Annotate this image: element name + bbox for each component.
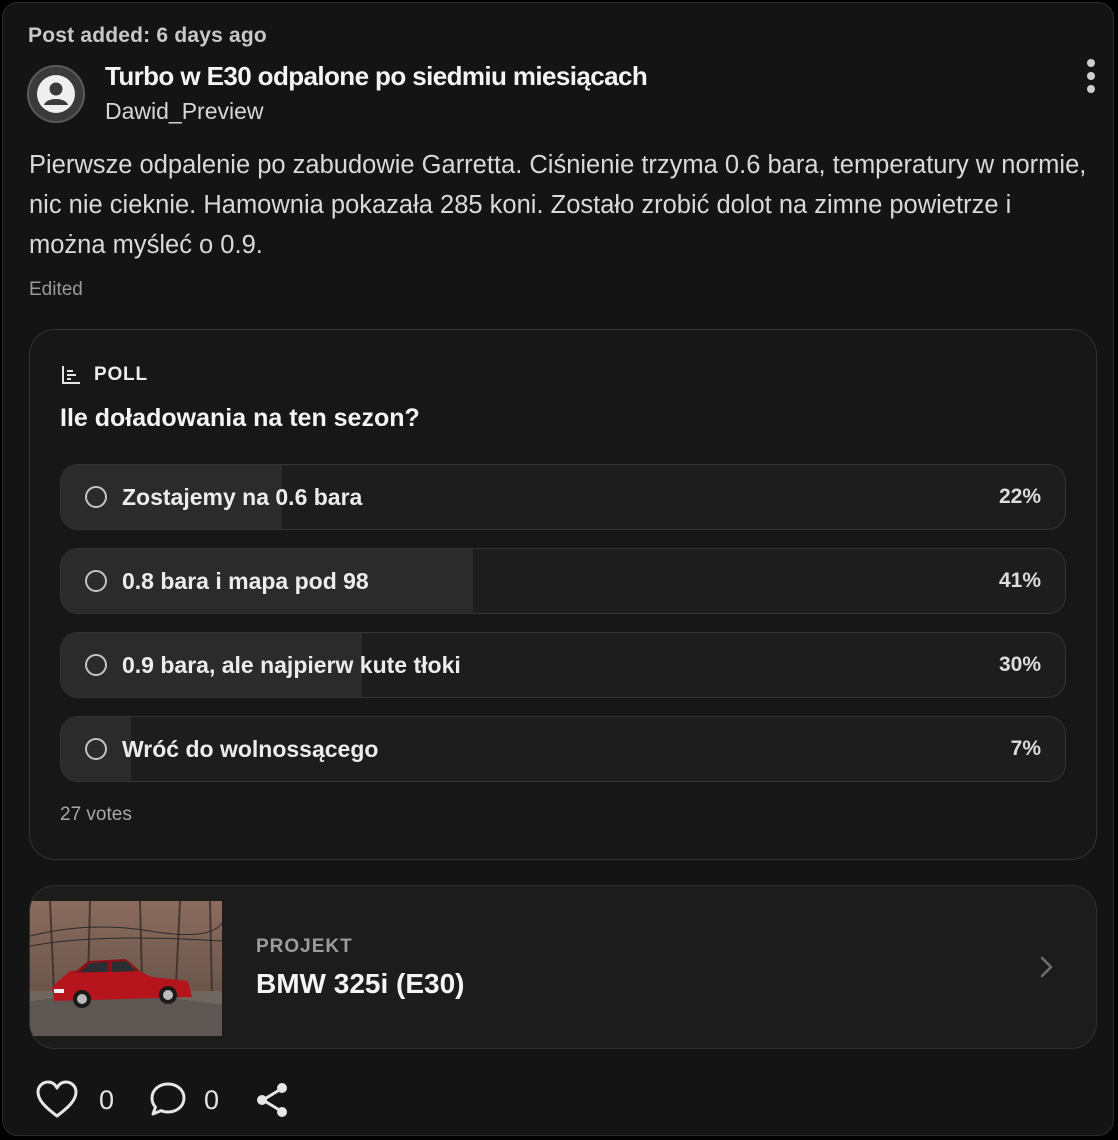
poll-option-percent: 30% [998, 653, 1041, 676]
poll-chart-icon [62, 366, 80, 384]
poll-option[interactable]: Zostajemy na 0.6 bara 22% [60, 464, 1066, 530]
comment-count: 0 [204, 1084, 220, 1115]
poll-option-label: Wróć do wolnossącego [122, 736, 379, 762]
user-icon [37, 75, 75, 113]
project-card[interactable]: PROJEKT BMW 325i (E30) [29, 885, 1097, 1049]
poll-option-label: 0.9 bara, ale najpierw kute tłoki [122, 652, 461, 678]
poll-option[interactable]: Wróć do wolnossącego 7% [60, 716, 1066, 782]
project-name: BMW 325i (E30) [256, 968, 465, 999]
poll-option-percent: 22% [998, 485, 1041, 508]
project-kicker: PROJEKT [256, 936, 353, 957]
avatar[interactable] [27, 65, 85, 123]
poll-option[interactable]: 0.9 bara, ale najpierw kute tłoki 30% [60, 632, 1066, 698]
radio-icon[interactable] [85, 570, 107, 592]
poll-option[interactable]: 0.8 bara i mapa pod 98 41% [60, 548, 1066, 614]
radio-icon[interactable] [85, 654, 107, 676]
poll-option-percent: 41% [998, 569, 1041, 592]
post-actions: 0 0 [35, 1077, 293, 1123]
post-body: Pierwsze odpalenie po zabudowie Garretta… [29, 151, 1087, 259]
share-button[interactable] [253, 1080, 293, 1120]
heart-icon [36, 1080, 78, 1118]
comment-icon [150, 1082, 186, 1116]
poll-label: POLL [94, 364, 148, 385]
share-icon [257, 1083, 288, 1117]
edited-label: Edited [29, 279, 83, 300]
more-options-icon[interactable] [1077, 55, 1105, 99]
like-count: 0 [99, 1084, 115, 1115]
radio-icon[interactable] [85, 738, 107, 760]
project-thumbnail [30, 901, 222, 1036]
poll-option-label: Zostajemy na 0.6 bara [122, 484, 363, 510]
poll-option-percent: 7% [1010, 737, 1041, 760]
comment-button[interactable]: 0 [148, 1080, 253, 1120]
post-card: Post added: 6 days ago Turbo w E30 odpal… [2, 2, 1114, 1136]
chevron-right-icon [1040, 956, 1053, 978]
poll-question: Ile doładowania na ten sezon? [60, 404, 420, 432]
post-author[interactable]: Dawid_Preview [105, 98, 264, 125]
post-title[interactable]: Turbo w E30 odpalone po siedmiu miesiąca… [105, 61, 648, 92]
poll-card: POLL Ile doładowania na ten sezon? Zosta… [29, 329, 1097, 860]
poll-option-label: 0.8 bara i mapa pod 98 [122, 568, 369, 594]
poll-header: POLL [60, 364, 148, 386]
poll-votes: 27 votes [60, 804, 132, 825]
radio-icon[interactable] [85, 486, 107, 508]
post-added-label: Post added: 6 days ago [28, 24, 267, 47]
like-button[interactable]: 0 [35, 1080, 148, 1120]
